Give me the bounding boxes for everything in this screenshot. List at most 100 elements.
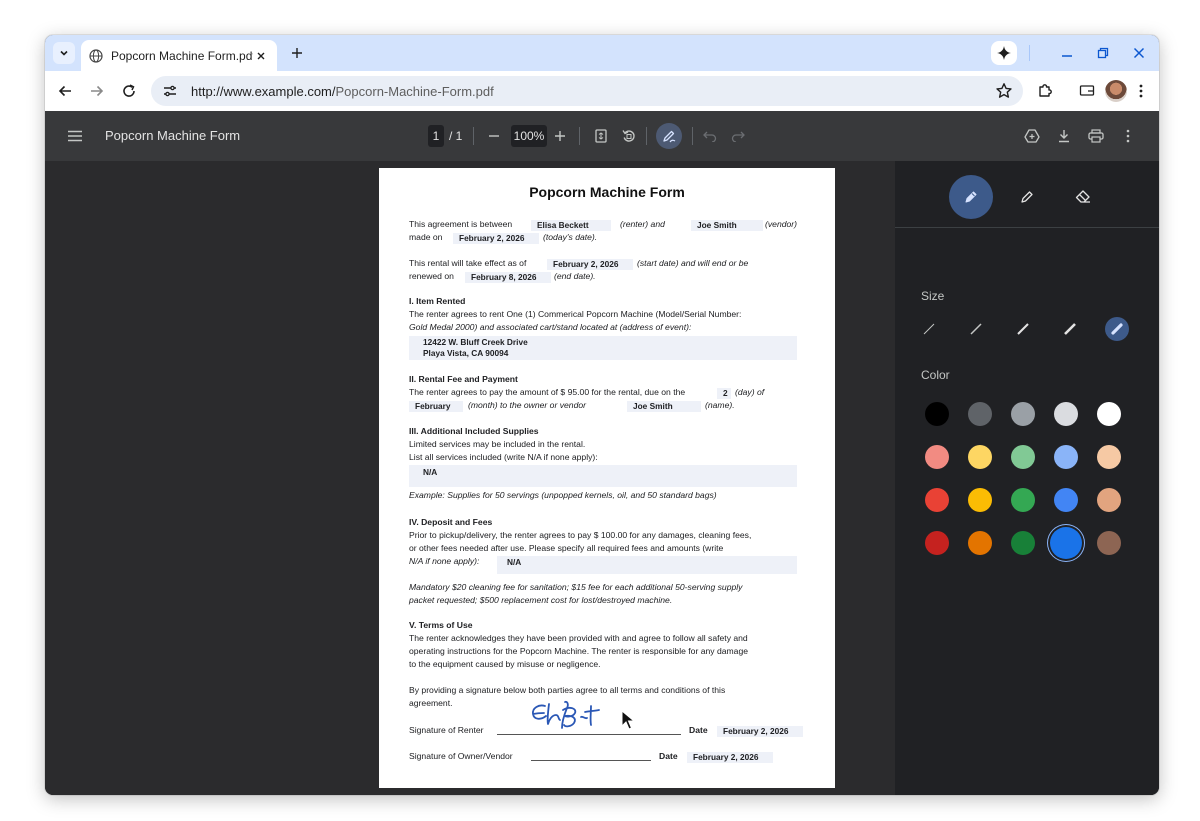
start-date-field[interactable]: February 2, 2026 [547,259,633,270]
pdf-viewport[interactable]: Popcorn Machine Form This agreement is b… [45,161,895,795]
color-swatch[interactable] [1097,445,1121,469]
close-icon [257,52,265,59]
supplies-field[interactable]: N/A [409,465,797,487]
tab-strip: Popcorn Machine Form.pdf [45,35,1159,71]
address-field[interactable]: 12422 W. Bluff Creek Drive Playa Vista, … [409,336,797,360]
color-swatch[interactable] [925,488,949,512]
forward-button[interactable] [85,79,109,103]
vendor-name-field[interactable]: Joe Smith [691,220,763,231]
fees-field[interactable]: N/A [497,556,797,574]
color-swatch[interactable] [925,531,949,555]
section-4-heading: IV. Deposit and Fees [409,517,493,527]
color-swatch[interactable] [1011,402,1035,426]
url-path: Popcorn-Machine-Form.pdf [335,83,494,99]
color-swatch[interactable] [1097,531,1121,555]
pen-tool-button[interactable] [949,175,993,219]
section-4-note-2: packet requested; $500 replacement cost … [409,595,673,605]
tab-close-button[interactable] [253,48,269,64]
address-line-1: 12422 W. Bluff Creek Drive [423,337,528,347]
redo-icon [731,131,745,142]
restore-button[interactable] [1092,43,1114,63]
undo-button[interactable] [699,125,721,147]
drive-icon [1024,129,1040,143]
extensions-button[interactable] [1033,79,1057,103]
color-swatch[interactable] [1054,445,1078,469]
pdf-more-button[interactable] [1117,125,1139,147]
reading-list-button[interactable] [1075,79,1099,103]
color-swatch[interactable] [1050,527,1082,559]
minimize-button[interactable] [1056,43,1078,63]
payment-month-field[interactable]: February [409,401,463,412]
menu-button[interactable] [1129,79,1153,103]
color-swatch[interactable] [1097,488,1121,512]
plus-icon [555,131,565,141]
size-option-2[interactable] [964,317,988,341]
size-option-1[interactable] [917,317,941,341]
new-tab-button[interactable] [287,43,307,63]
bookmark-star-icon[interactable] [995,82,1013,100]
color-swatch[interactable] [1011,488,1035,512]
color-swatch[interactable] [1054,488,1078,512]
start-tag: (start date) and will end or be [637,257,748,270]
eraser-tool-button[interactable] [1061,175,1105,219]
owner-date-field[interactable]: February 2, 2026 [687,752,773,763]
color-swatch[interactable] [1097,402,1121,426]
payment-day-field[interactable]: 2 [717,388,731,399]
color-swatch[interactable] [925,402,949,426]
document-title: Popcorn Machine Form [529,184,685,200]
avatar[interactable] [1105,80,1127,102]
close-window-button[interactable] [1128,43,1150,63]
section-1-line-2: Gold Medal 2000) and associated cart/sta… [409,322,692,332]
color-swatch[interactable] [1054,402,1078,426]
redo-button[interactable] [727,125,749,147]
gemini-button[interactable] [991,41,1017,65]
print-button[interactable] [1085,125,1107,147]
renter-name-field[interactable]: Elisa Beckett [531,220,611,231]
section-1-line-1: The renter agrees to rent One (1) Commer… [409,309,742,319]
fit-page-button[interactable] [590,125,612,147]
chevron-down-icon [60,50,68,56]
color-swatch[interactable] [968,488,992,512]
download-button[interactable] [1053,125,1075,147]
color-swatch[interactable] [1011,445,1035,469]
zoom-out-button[interactable] [483,125,505,147]
effect-line-2: renewed on [409,271,454,281]
zoom-level[interactable]: 100% [511,125,547,147]
sidebar-toggle-button[interactable] [64,125,86,147]
payee-name-field[interactable]: Joe Smith [627,401,701,412]
made-date-field[interactable]: February 2, 2026 [453,233,539,244]
size-option-3[interactable] [1011,317,1035,341]
back-button[interactable] [53,79,77,103]
color-swatch[interactable] [925,445,949,469]
size-option-4[interactable] [1058,317,1082,341]
effect-line-1: This rental will take effect as of [409,258,527,268]
save-to-drive-button[interactable] [1021,125,1043,147]
address-line-2: Playa Vista, CA 90094 [423,348,509,358]
panel-divider [895,227,1159,228]
renter-date-field[interactable]: February 2, 2026 [717,726,803,737]
more-vertical-icon [1139,84,1143,98]
more-vertical-icon [1126,129,1130,143]
renter-signature[interactable] [529,698,621,738]
color-swatch[interactable] [968,402,992,426]
highlighter-tool-button[interactable] [1005,175,1049,219]
site-info-icon[interactable] [161,82,179,100]
annotate-button[interactable] [656,123,682,149]
color-swatch[interactable] [1011,531,1035,555]
reload-button[interactable] [117,79,141,103]
browser-tab[interactable]: Popcorn Machine Form.pdf [81,40,277,71]
page-number-input[interactable]: 1 [428,125,444,147]
end-date-field[interactable]: February 8, 2026 [465,272,551,283]
section-3-line-1: Limited services may be included in the … [409,439,586,449]
color-swatch[interactable] [968,531,992,555]
pdf-page[interactable]: Popcorn Machine Form This agreement is b… [379,168,835,788]
section-2-heading: II. Rental Fee and Payment [409,374,518,384]
zoom-in-button[interactable] [549,125,571,147]
size-option-5[interactable] [1105,317,1129,341]
color-swatch[interactable] [968,445,992,469]
rotate-button[interactable] [618,125,640,147]
address-bar[interactable]: http://www.example.com/Popcorn-Machine-F… [151,76,1023,106]
vendor-tag: (vendor) [765,219,797,229]
stroke-size-icon [923,323,935,335]
tab-search-button[interactable] [53,42,75,64]
